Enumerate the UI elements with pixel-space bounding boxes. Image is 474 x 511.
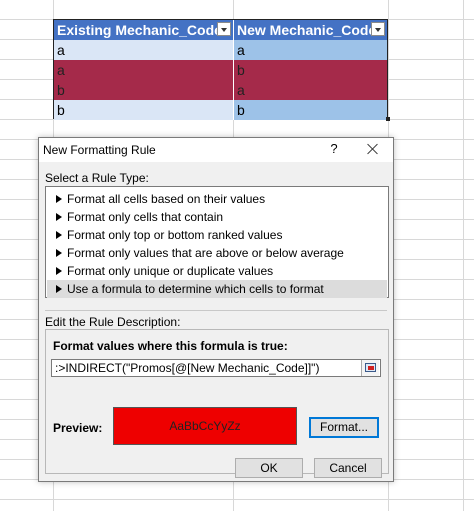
table-cell[interactable]: b <box>234 60 387 80</box>
triangle-bullet-icon <box>56 266 62 275</box>
rule-type-label: Format only cells that contain <box>67 210 224 224</box>
header-cell-new-mechanic-code[interactable]: New Mechanic_Code <box>234 20 387 40</box>
header-cell-existing-mechanic-code[interactable]: Existing Mechanic_Code <box>54 20 234 40</box>
rule-type-item[interactable]: Format all cells based on their values <box>47 190 387 208</box>
table-cell[interactable]: b <box>234 100 387 120</box>
table-cell[interactable]: b <box>54 100 234 120</box>
table-cell[interactable]: b <box>54 80 234 100</box>
format-button[interactable]: Format... <box>309 417 379 438</box>
triangle-bullet-icon <box>56 284 62 293</box>
collapse-dialog-icon[interactable] <box>361 360 379 376</box>
rule-type-item[interactable]: Format only unique or duplicate values <box>47 262 387 280</box>
rule-type-item[interactable]: Format only values that are above or bel… <box>47 244 387 262</box>
preview-label: Preview: <box>53 421 103 435</box>
rule-type-item[interactable]: Format only cells that contain <box>47 208 387 226</box>
rule-type-list: Format all cells based on their values F… <box>45 186 389 298</box>
cancel-button[interactable]: Cancel <box>314 458 382 478</box>
rule-type-label: Format only top or bottom ranked values <box>67 228 283 242</box>
table-cell[interactable]: a <box>234 80 387 100</box>
header-label: Existing Mechanic_Code <box>57 22 222 38</box>
header-label: New Mechanic_Code <box>237 22 377 38</box>
dialog-titlebar[interactable]: New Formatting Rule ? <box>39 138 393 162</box>
grid-row-line <box>0 499 474 500</box>
dropdown-arrow-icon[interactable] <box>217 22 231 36</box>
formula-heading: Format values where this formula is true… <box>53 339 288 353</box>
rule-type-label: Use a formula to determine which cells t… <box>67 282 324 296</box>
triangle-bullet-icon <box>56 248 62 257</box>
promos-table: Existing Mechanic_Code New Mechanic_Code… <box>53 19 390 121</box>
ok-button[interactable]: OK <box>235 458 303 478</box>
edit-description-label: Edit the Rule Description: <box>45 315 181 329</box>
rule-type-item-selected[interactable]: Use a formula to determine which cells t… <box>47 280 387 298</box>
table-cell[interactable]: a <box>54 60 234 80</box>
dropdown-arrow-icon[interactable] <box>371 22 385 36</box>
divider <box>45 310 387 311</box>
new-formatting-rule-dialog: New Formatting Rule ? Select a Rule Type… <box>38 137 394 482</box>
grid-column-line <box>463 0 464 511</box>
rule-type-label: Format all cells based on their values <box>67 192 266 206</box>
table-row: b b <box>54 100 387 120</box>
close-icon[interactable] <box>363 140 383 158</box>
table-cell[interactable]: a <box>54 40 234 60</box>
triangle-bullet-icon <box>56 212 62 221</box>
rule-type-label: Format only values that are above or bel… <box>67 246 344 260</box>
triangle-bullet-icon <box>56 194 62 203</box>
table-row: a a <box>54 40 387 61</box>
table-row: a b <box>54 60 387 81</box>
format-preview: AaBbCcYyZz <box>113 407 297 445</box>
table-resize-handle[interactable] <box>386 117 390 121</box>
rule-type-item[interactable]: Format only top or bottom ranked values <box>47 226 387 244</box>
triangle-bullet-icon <box>56 230 62 239</box>
rule-type-label: Format only unique or duplicate values <box>67 264 274 278</box>
collapse-dialog-icon-mark <box>368 366 374 370</box>
help-button[interactable]: ? <box>328 141 340 156</box>
table-header-row: Existing Mechanic_Code New Mechanic_Code <box>54 20 387 40</box>
select-rule-type-label: Select a Rule Type: <box>45 171 149 185</box>
table-row: b a <box>54 80 387 101</box>
dialog-title: New Formatting Rule <box>43 143 156 157</box>
table-cell[interactable]: a <box>234 40 387 60</box>
formula-input[interactable]: :>INDIRECT("Promos[@[New Mechanic_Code]]… <box>51 359 381 377</box>
